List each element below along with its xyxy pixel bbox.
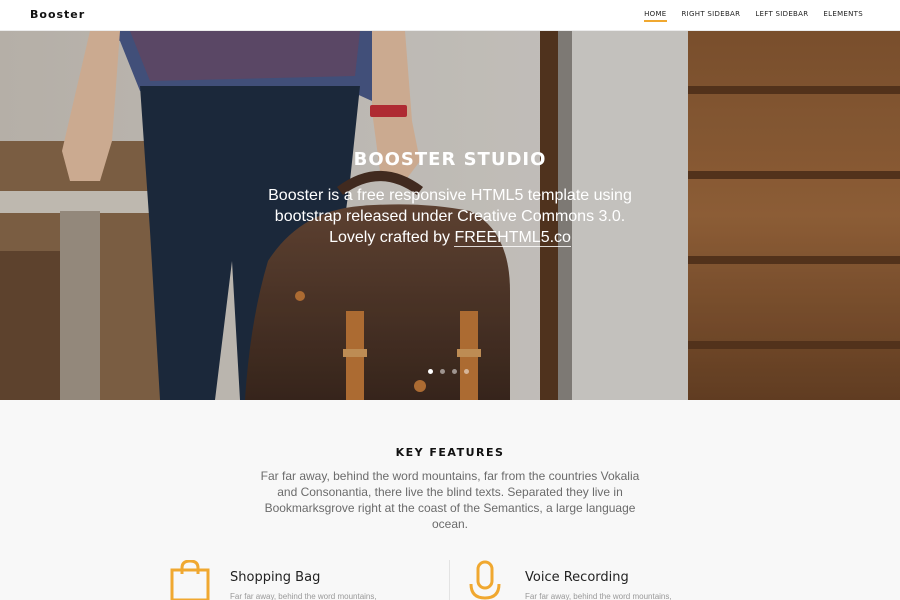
slider-dot-1[interactable] [428,369,433,374]
menu-item-right-sidebar[interactable]: Right Sidebar [682,10,741,22]
feature-desc: Far far away, behind the word mountains, [230,592,377,600]
feature-desc: Far far away, behind the word mountains, [525,592,672,600]
main-menu: Home Right Sidebar Left Sidebar Elements [644,10,863,22]
hero-title: BOOSTER STUDIO [353,149,547,170]
feature-title: Shopping Bag [230,570,321,585]
slider-dot-3[interactable] [452,369,457,374]
freehtml5-link[interactable]: FREEHTML5.co [454,229,571,247]
section-heading: KEY FEATURES [395,446,505,459]
slider-dot-4[interactable] [464,369,469,374]
feature-divider [449,560,450,600]
hero-subtitle: Booster is a free responsive HTML5 templ… [260,185,640,248]
hero-subtitle-text: Booster is a free responsive HTML5 templ… [268,187,632,246]
slider-dot-2[interactable] [440,369,445,374]
microphone-icon [466,560,506,600]
feature-title: Voice Recording [525,570,629,585]
menu-item-home[interactable]: Home [644,10,667,22]
top-navbar: Booster Home Right Sidebar Left Sidebar … [0,0,900,31]
section-intro: Far far away, behind the word mountains,… [260,469,640,531]
shopping-bag-icon [170,559,210,600]
key-features-section: KEY FEATURES Far far away, behind the wo… [0,400,900,600]
brand-logo[interactable]: Booster [30,8,85,21]
slider-pagination [428,369,469,374]
menu-item-left-sidebar[interactable]: Left Sidebar [755,10,808,22]
hero-slider: BOOSTER STUDIO Booster is a free respons… [0,31,900,400]
menu-item-elements[interactable]: Elements [823,10,863,22]
